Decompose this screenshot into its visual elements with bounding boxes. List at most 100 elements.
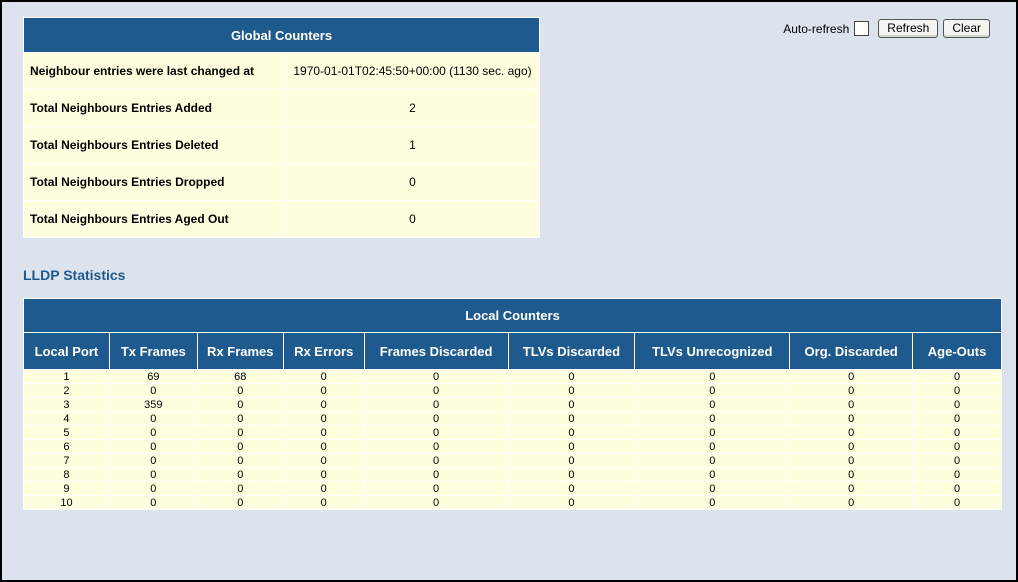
table-cell: 0 bbox=[196, 481, 284, 496]
column-header: Frames Discarded bbox=[363, 332, 509, 370]
global-row-label: Total Neighbours Entries Added bbox=[23, 89, 286, 127]
table-cell: 0 bbox=[912, 495, 1002, 510]
table-cell: 0 bbox=[363, 369, 509, 384]
table-cell: 0 bbox=[196, 425, 284, 440]
global-counters-title: Global Counters bbox=[23, 17, 540, 53]
table-cell: 0 bbox=[108, 481, 198, 496]
table-cell: 0 bbox=[507, 453, 636, 468]
table-cell: 0 bbox=[282, 495, 365, 510]
global-row-value: 0 bbox=[285, 163, 540, 201]
table-row: 400000000 bbox=[23, 411, 1002, 426]
table-cell: 0 bbox=[282, 467, 365, 482]
column-header: TLVs Unrecognized bbox=[634, 332, 791, 370]
table-cell: 0 bbox=[789, 411, 914, 426]
table-cell: 0 bbox=[634, 467, 791, 482]
column-header: Rx Errors bbox=[282, 332, 365, 370]
table-cell: 0 bbox=[634, 481, 791, 496]
table-cell: 0 bbox=[363, 495, 509, 510]
table-cell: 0 bbox=[507, 411, 636, 426]
table-cell: 0 bbox=[196, 495, 284, 510]
table-cell: 0 bbox=[912, 397, 1002, 412]
refresh-button[interactable]: Refresh bbox=[878, 19, 939, 38]
table-row: 500000000 bbox=[23, 425, 1002, 440]
column-header: Org. Discarded bbox=[789, 332, 914, 370]
global-row-label: Total Neighbours Entries Deleted bbox=[23, 126, 286, 164]
table-cell: 0 bbox=[507, 383, 636, 398]
page-frame: Global Counters Neighbour entries were l… bbox=[0, 0, 1018, 582]
table-cell: 0 bbox=[789, 467, 914, 482]
table-cell: 0 bbox=[634, 495, 791, 510]
table-cell: 0 bbox=[507, 439, 636, 454]
global-row-label: Neighbour entries were last changed at bbox=[23, 52, 286, 90]
table-cell: 0 bbox=[108, 495, 198, 510]
table-cell: 0 bbox=[507, 467, 636, 482]
table-cell: 0 bbox=[282, 481, 365, 496]
global-row-label: Total Neighbours Entries Aged Out bbox=[23, 200, 286, 238]
table-cell: 0 bbox=[634, 425, 791, 440]
table-cell: 0 bbox=[789, 439, 914, 454]
column-header: TLVs Discarded bbox=[507, 332, 636, 370]
table-cell: 1 bbox=[23, 369, 110, 384]
table-cell: 5 bbox=[23, 425, 110, 440]
table-cell: 0 bbox=[507, 481, 636, 496]
table-cell: 0 bbox=[634, 411, 791, 426]
column-header-row: Local Port Tx Frames Rx Frames Rx Errors… bbox=[23, 332, 1002, 370]
table-cell: 0 bbox=[507, 397, 636, 412]
refresh-controls: Auto-refresh Refresh Clear bbox=[783, 19, 990, 38]
table-cell: 359 bbox=[108, 397, 198, 412]
table-cell: 0 bbox=[789, 369, 914, 384]
table-cell: 0 bbox=[507, 495, 636, 510]
table-cell: 0 bbox=[363, 383, 509, 398]
local-counters-table: Local Counters Local Port Tx Frames Rx F… bbox=[23, 298, 1002, 510]
table-row: 3 359 0 0 0 0 0 0 0 bbox=[23, 397, 1002, 412]
table-cell: 0 bbox=[282, 411, 365, 426]
table-row: 1 69 68 0 0 0 0 0 0 bbox=[23, 369, 1002, 384]
table-cell: 0 bbox=[789, 495, 914, 510]
table-cell: 0 bbox=[634, 383, 791, 398]
table-cell: 0 bbox=[108, 383, 198, 398]
table-cell: 0 bbox=[634, 439, 791, 454]
table-cell: 3 bbox=[23, 397, 110, 412]
global-row-value: 1970-01-01T02:45:50+00:00 (1130 sec. ago… bbox=[285, 52, 540, 90]
table-cell: 0 bbox=[363, 467, 509, 482]
table-cell: 0 bbox=[363, 425, 509, 440]
table-row: 600000000 bbox=[23, 439, 1002, 454]
table-cell: 69 bbox=[108, 369, 198, 384]
table-cell: 0 bbox=[108, 439, 198, 454]
table-cell: 4 bbox=[23, 411, 110, 426]
table-cell: 0 bbox=[282, 439, 365, 454]
table-cell: 0 bbox=[789, 383, 914, 398]
table-cell: 9 bbox=[23, 481, 110, 496]
global-row-value: 2 bbox=[285, 89, 540, 127]
table-cell: 0 bbox=[634, 397, 791, 412]
table-cell: 0 bbox=[912, 481, 1002, 496]
column-header: Local Port bbox=[23, 332, 110, 370]
table-cell: 7 bbox=[23, 453, 110, 468]
table-row: 200000000 bbox=[23, 383, 1002, 398]
table-row: 700000000 bbox=[23, 453, 1002, 468]
clear-button[interactable]: Clear bbox=[943, 19, 990, 38]
table-cell: 2 bbox=[23, 383, 110, 398]
table-cell: 0 bbox=[196, 453, 284, 468]
column-header: Age-Outs bbox=[912, 332, 1002, 370]
table-cell: 0 bbox=[196, 383, 284, 398]
table-row: 900000000 bbox=[23, 481, 1002, 496]
global-row-label: Total Neighbours Entries Dropped bbox=[23, 163, 286, 201]
column-header: Rx Frames bbox=[196, 332, 284, 370]
table-cell: 0 bbox=[196, 397, 284, 412]
table-cell: 10 bbox=[23, 495, 110, 510]
lldp-statistics-heading: LLDP Statistics bbox=[23, 267, 126, 283]
table-cell: 0 bbox=[789, 453, 914, 468]
table-cell: 0 bbox=[634, 369, 791, 384]
table-cell: 0 bbox=[196, 411, 284, 426]
table-cell: 0 bbox=[912, 369, 1002, 384]
auto-refresh-checkbox[interactable] bbox=[854, 21, 870, 36]
table-cell: 0 bbox=[282, 397, 365, 412]
table-cell: 0 bbox=[634, 453, 791, 468]
local-counters-body: 1 69 68 0 0 0 0 0 0 2 0 0 0 0 0 0 0 0 3 359 0 0 0 0 0 0 0 4 0 0 0 0 0 0 0 0… bbox=[23, 369, 1002, 510]
global-counters-table: Global Counters Neighbour entries were l… bbox=[23, 17, 540, 238]
table-cell: 0 bbox=[196, 439, 284, 454]
table-cell: 0 bbox=[789, 397, 914, 412]
table-cell: 68 bbox=[196, 369, 284, 384]
table-cell: 0 bbox=[363, 481, 509, 496]
